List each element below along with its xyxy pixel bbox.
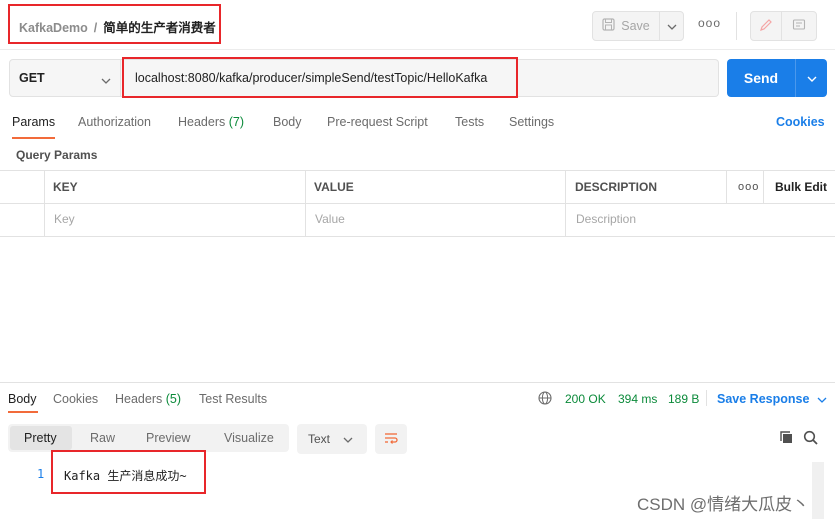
- response-tab-test-results[interactable]: Test Results: [199, 392, 267, 406]
- column-header-key: KEY: [53, 180, 78, 194]
- save-button[interactable]: Save: [592, 11, 660, 41]
- tab-pre-request-script[interactable]: Pre-request Script: [327, 115, 428, 129]
- save-icon: [602, 18, 615, 34]
- save-response-label: Save Response: [717, 392, 810, 406]
- line-number: 1: [37, 467, 45, 481]
- chevron-down-icon: [101, 73, 111, 87]
- format-preview[interactable]: Preview: [146, 431, 190, 445]
- chevron-down-icon: [807, 71, 817, 85]
- save-response-button[interactable]: Save Response: [717, 392, 827, 406]
- tab-headers[interactable]: Headers (7): [178, 115, 244, 129]
- status-code[interactable]: 200 OK: [565, 392, 606, 406]
- scrollbar[interactable]: [812, 462, 824, 519]
- send-options-dropdown[interactable]: [795, 59, 827, 97]
- breadcrumb: KafkaDemo / 简单的生产者消费者: [19, 17, 216, 36]
- format-visualize[interactable]: Visualize: [224, 431, 274, 445]
- response-headers-count: (5): [165, 392, 182, 406]
- active-tab-indicator: [8, 411, 38, 413]
- format-pretty[interactable]: Pretty: [24, 431, 57, 445]
- divider: [736, 12, 737, 40]
- table-border: [0, 170, 835, 171]
- tab-headers-label: Headers: [178, 115, 226, 129]
- column-header-value: VALUE: [314, 180, 354, 194]
- copy-icon[interactable]: [779, 430, 794, 448]
- content-type-value: Text: [308, 432, 331, 446]
- response-tab-headers[interactable]: Headers (5): [115, 392, 181, 406]
- table-border: [0, 203, 835, 204]
- more-options-button[interactable]: ooo: [698, 16, 721, 30]
- comment-icon: [792, 18, 806, 35]
- wrap-lines-button[interactable]: [375, 424, 407, 454]
- divider: [706, 390, 707, 406]
- tab-params[interactable]: Params: [12, 115, 55, 129]
- wrap-icon: [383, 431, 399, 448]
- chevron-down-icon: [813, 392, 827, 406]
- table-border: [0, 236, 835, 237]
- response-time[interactable]: 394 ms: [618, 392, 657, 406]
- response-tab-cookies[interactable]: Cookies: [53, 392, 98, 406]
- search-icon[interactable]: [803, 430, 818, 448]
- content-type-select[interactable]: Text: [297, 424, 367, 454]
- breadcrumb-separator: /: [93, 21, 98, 35]
- tab-body[interactable]: Body: [273, 115, 302, 129]
- chevron-down-icon: [667, 19, 677, 33]
- query-params-title: Query Params: [16, 148, 98, 162]
- table-divider: [565, 170, 566, 236]
- bulk-edit-button[interactable]: Bulk Edit: [775, 180, 827, 194]
- table-divider: [44, 170, 45, 236]
- column-header-description: DESCRIPTION: [575, 180, 658, 194]
- column-options-button[interactable]: ooo: [738, 181, 759, 193]
- url-input[interactable]: localhost:8080/kafka/producer/simpleSend…: [121, 59, 719, 97]
- response-size[interactable]: 189 B: [668, 392, 699, 406]
- save-options-dropdown[interactable]: [659, 11, 684, 41]
- key-input[interactable]: Key: [54, 212, 75, 226]
- description-input[interactable]: Description: [576, 212, 636, 226]
- cookies-link[interactable]: Cookies: [776, 115, 825, 129]
- save-label: Save: [621, 19, 650, 33]
- active-tab-indicator: [12, 137, 55, 139]
- watermark: CSDN @情绪大瓜皮丶: [637, 495, 810, 514]
- documentation-button[interactable]: [781, 11, 817, 41]
- format-raw[interactable]: Raw: [90, 431, 115, 445]
- value-input[interactable]: Value: [315, 212, 345, 226]
- method-value: GET: [19, 71, 45, 85]
- edit-button[interactable]: [750, 11, 782, 41]
- tab-authorization[interactable]: Authorization: [78, 115, 151, 129]
- tab-tests[interactable]: Tests: [455, 115, 484, 129]
- headers-count: (7): [228, 115, 245, 129]
- response-headers-label: Headers: [115, 392, 163, 406]
- pencil-icon: [759, 18, 773, 35]
- send-button[interactable]: Send: [727, 59, 795, 97]
- breadcrumb-collection[interactable]: KafkaDemo: [19, 21, 88, 35]
- tab-settings[interactable]: Settings: [509, 115, 554, 129]
- table-divider: [763, 170, 764, 203]
- response-divider: [0, 382, 835, 383]
- table-divider: [305, 170, 306, 236]
- table-divider: [726, 170, 727, 203]
- chevron-down-icon: [343, 432, 353, 446]
- response-body-text[interactable]: Kafka 生产消息成功~: [64, 467, 187, 484]
- method-select[interactable]: GET: [9, 59, 121, 97]
- response-tab-body[interactable]: Body: [8, 392, 37, 406]
- globe-icon[interactable]: [538, 391, 552, 408]
- breadcrumb-request-name[interactable]: 简单的生产者消费者: [103, 21, 216, 35]
